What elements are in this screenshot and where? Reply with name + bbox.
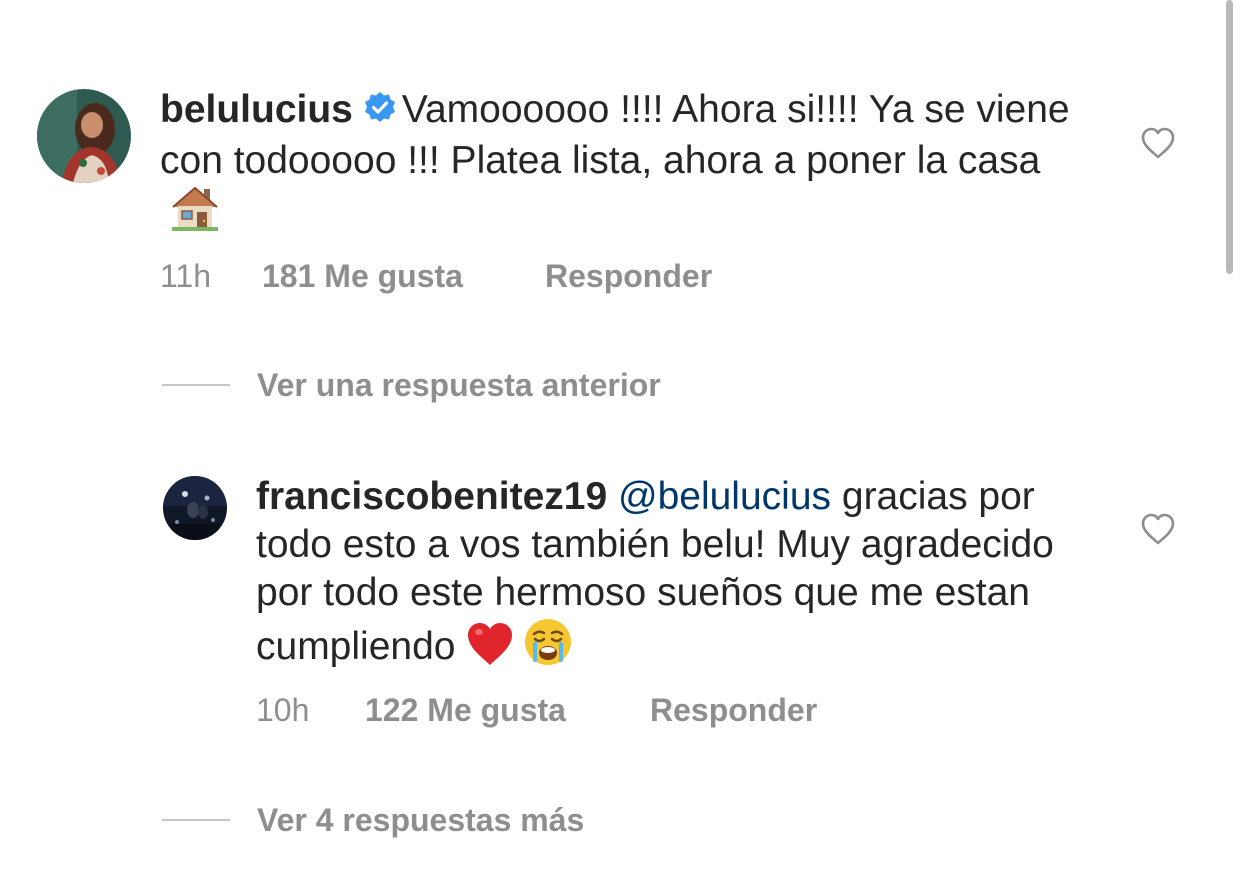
comment-body: belulucius Vamoooooo !!!! Ahora si!!!! Ya… — [160, 86, 1080, 243]
more-replies-divider — [162, 819, 230, 821]
reply-meta: 10h — [256, 690, 309, 730]
scrollbar[interactable] — [1226, 0, 1233, 274]
reply-button[interactable]: Responder — [545, 258, 712, 294]
comment-username[interactable]: belulucius — [160, 88, 353, 131]
comments-screen: belulucius Vamoooooo !!!! Ahora si!!!! Ya… — [0, 0, 1242, 883]
comment-meta: 11h — [160, 256, 211, 296]
reply-time: 10h — [256, 692, 310, 728]
view-previous-reply-button[interactable]: Ver una respuesta anterior — [257, 365, 661, 405]
comment-likes-wrap: 181 Me gusta — [262, 256, 463, 296]
house-emoji-icon — [170, 185, 220, 243]
reply-wrap: Responder — [545, 256, 712, 296]
comment-time: 11h — [160, 258, 212, 294]
comment-likes-count[interactable]: 181 Me gusta — [262, 258, 463, 294]
replies-divider — [162, 384, 230, 386]
reply-reply-wrap: Responder — [650, 690, 817, 730]
reply-username[interactable]: franciscobenitez19 — [256, 475, 607, 518]
reply-body: franciscobenitez19 @belulucius gracias p… — [256, 473, 1076, 679]
reply-reply-button[interactable]: Responder — [650, 692, 817, 728]
reply-likes-count[interactable]: 122 Me gusta — [365, 692, 566, 728]
crying-face-emoji-icon — [523, 617, 573, 679]
like-reply-heart-icon[interactable] — [1140, 513, 1176, 545]
reply-likes-wrap: 122 Me gusta — [365, 690, 566, 730]
like-comment-heart-icon[interactable] — [1140, 127, 1176, 159]
verified-badge-icon — [363, 89, 397, 137]
view-more-replies-button[interactable]: Ver 4 respuestas más — [257, 800, 584, 840]
mention-link[interactable]: @belulucius — [618, 475, 831, 518]
avatar-franciscobenitez19[interactable] — [163, 476, 227, 540]
avatar-belulucius[interactable] — [37, 89, 131, 183]
red-heart-emoji-icon — [465, 621, 515, 679]
